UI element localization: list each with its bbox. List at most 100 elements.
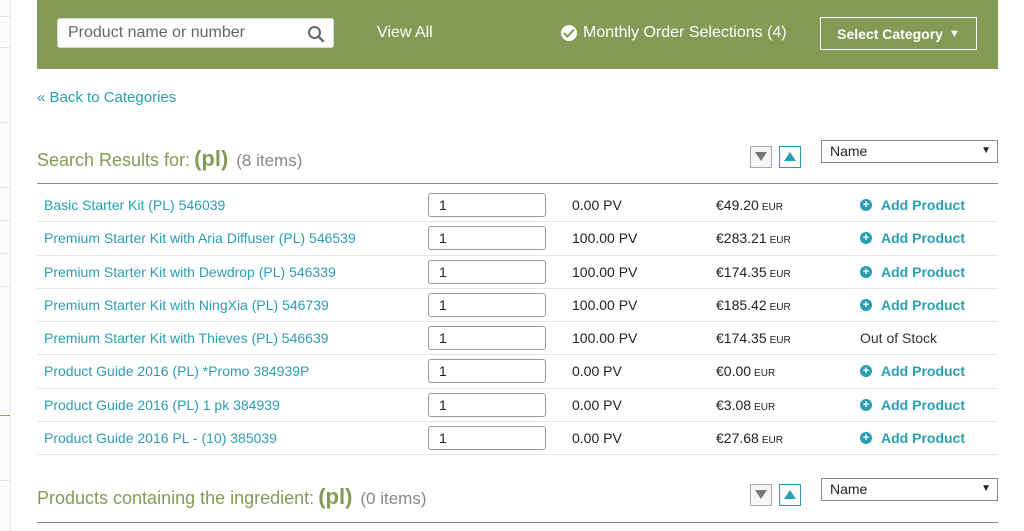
product-row: Premium Starter Kit with Dewdrop (PL) 54… — [37, 256, 998, 289]
quantity-input[interactable] — [428, 326, 546, 351]
quantity-input[interactable] — [428, 426, 546, 451]
gutter-divider — [0, 47, 10, 48]
product-pv: 0.00 PV — [572, 363, 622, 380]
product-name-link[interactable]: Product Guide 2016 (PL) 1 pk 384939 — [44, 397, 280, 413]
product-name-link[interactable]: Premium Starter Kit with Thieves (PL) 54… — [44, 330, 329, 346]
search-icon[interactable] — [307, 25, 325, 43]
view-all-link[interactable]: View All — [377, 24, 433, 42]
product-name-link[interactable]: Premium Starter Kit with Dewdrop (PL) 54… — [44, 264, 336, 280]
quantity-input[interactable] — [428, 259, 546, 284]
plus-circle-icon: + — [860, 365, 872, 378]
left-edge-gutter — [0, 0, 11, 531]
sort-by-select[interactable]: Name ▼ — [821, 478, 998, 501]
quantity-input[interactable] — [428, 292, 546, 317]
sort-by-select[interactable]: Name ▼ — [821, 140, 998, 163]
product-price: €0.00 EUR — [716, 363, 775, 379]
section-label: Products containing the ingredient: — [37, 488, 315, 508]
price-amount: €27.68 — [716, 430, 759, 447]
product-row: Product Guide 2016 (PL) *Promo 384939P 0.… — [37, 355, 998, 389]
product-price: €174.35 EUR — [716, 264, 791, 280]
add-product-button[interactable]: + Add Product — [860, 230, 965, 246]
product-row: Basic Starter Kit (PL) 546039 0.00 PV €49.… — [37, 189, 998, 223]
caret-down-icon: ▼ — [948, 27, 960, 40]
sort-descending-button[interactable] — [750, 484, 772, 506]
product-row: Premium Starter Kit with NingXia (PL) 54… — [37, 289, 998, 323]
gutter-divider — [0, 253, 10, 254]
plus-circle-icon: + — [860, 398, 872, 411]
price-amount: €185.42 — [716, 296, 767, 313]
select-category-button[interactable]: Select Category ▼ — [820, 17, 977, 50]
add-product-button[interactable]: + Add Product — [860, 430, 965, 446]
plus-circle-icon: + — [860, 232, 872, 245]
search-results-heading: Search Results for: (pl) (8 items) — [37, 146, 302, 176]
back-to-categories-link[interactable]: « Back to Categories — [37, 89, 176, 106]
result-count: (8 items) — [236, 151, 303, 170]
product-price: €27.68 EUR — [716, 430, 783, 446]
product-name-link[interactable]: Premium Starter Kit with NingXia (PL) 54… — [44, 297, 329, 313]
price-currency: EUR — [769, 335, 791, 347]
add-product-label: Add Product — [881, 363, 965, 380]
gutter-divider — [0, 187, 10, 188]
quantity-input[interactable] — [428, 392, 546, 417]
ingredient-results-heading: Products containing the ingredient: (pl) (… — [37, 484, 427, 514]
add-product-label: Add Product — [881, 296, 965, 313]
plus-circle-icon: + — [860, 298, 872, 311]
sort-by-value: Name — [830, 143, 868, 159]
product-name-link[interactable]: Product Guide 2016 PL - (10) 385039 — [44, 430, 277, 446]
price-amount: €0.00 — [716, 363, 752, 380]
product-price: €174.35 EUR — [716, 330, 791, 346]
search-input[interactable] — [58, 19, 318, 47]
top-toolbar: View All Monthly Order Selections (4) Se… — [37, 0, 998, 69]
product-pv: 100.00 PV — [572, 263, 638, 280]
price-currency: EUR — [769, 235, 791, 247]
plus-circle-icon: + — [860, 265, 872, 278]
add-product-button[interactable]: + Add Product — [860, 397, 965, 413]
gutter-divider — [0, 122, 10, 123]
add-product-label: Add Product — [881, 197, 965, 213]
sort-descending-button[interactable] — [750, 146, 772, 168]
price-amount: €283.21 — [716, 230, 767, 247]
product-price: €283.21 EUR — [716, 230, 791, 246]
price-amount: €3.08 — [716, 396, 752, 413]
add-product-button[interactable]: + Add Product — [860, 264, 965, 280]
gutter-divider — [0, 220, 10, 221]
add-product-button[interactable]: + Add Product — [860, 363, 965, 379]
select-arrow-icon: ▼ — [981, 145, 991, 156]
gutter-divider — [0, 286, 10, 287]
product-name-link[interactable]: Product Guide 2016 (PL) *Promo 384939P — [44, 363, 309, 379]
product-row: Product Guide 2016 PL - (10) 385039 0.00 … — [37, 422, 998, 456]
price-currency: EUR — [761, 435, 783, 447]
quantity-input[interactable] — [428, 193, 546, 217]
search-term: (pl) — [194, 146, 229, 171]
gutter-divider — [0, 415, 10, 416]
sort-ascending-button[interactable] — [779, 484, 801, 506]
product-pv: 0.00 PV — [572, 197, 622, 213]
sort-ascending-button[interactable] — [779, 146, 801, 168]
price-currency: EUR — [754, 368, 776, 380]
gutter-divider — [0, 16, 10, 17]
product-name-link[interactable]: Premium Starter Kit with Aria Diffuser (… — [44, 230, 356, 246]
product-name-link[interactable]: Basic Starter Kit (PL) 546039 — [44, 197, 225, 213]
result-count: (0 items) — [360, 489, 427, 508]
price-currency: EUR — [769, 301, 791, 313]
check-circle-icon — [561, 25, 577, 41]
results-divider — [37, 183, 998, 184]
add-product-label: Add Product — [881, 263, 965, 280]
product-pv: 100.00 PV — [572, 230, 638, 247]
monthly-order-selections-label: Monthly Order Selections (4) — [583, 24, 787, 41]
monthly-order-selections-link[interactable]: Monthly Order Selections (4) — [561, 24, 787, 42]
results-divider — [37, 522, 998, 523]
quantity-input[interactable] — [428, 226, 546, 251]
add-product-button[interactable]: + Add Product — [860, 197, 965, 213]
add-product-label: Add Product — [881, 430, 965, 447]
results-table: Basic Starter Kit (PL) 546039 0.00 PV €49.… — [37, 189, 998, 456]
plus-circle-icon: + — [860, 432, 872, 445]
price-amount: €49.20 — [716, 197, 759, 213]
product-pv: 0.00 PV — [572, 430, 622, 447]
add-product-button[interactable]: + Add Product — [860, 297, 965, 313]
add-product-label: Add Product — [881, 396, 965, 413]
select-arrow-icon: ▼ — [981, 483, 991, 494]
stock-status: Out of Stock — [860, 330, 938, 347]
quantity-input[interactable] — [428, 359, 546, 384]
product-row: Premium Starter Kit with Aria Diffuser (… — [37, 222, 998, 256]
